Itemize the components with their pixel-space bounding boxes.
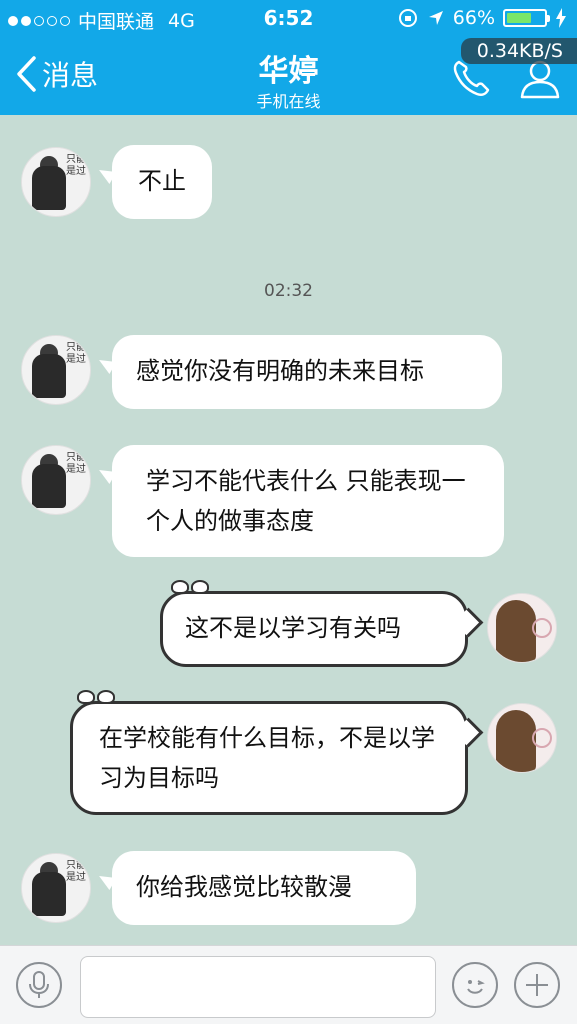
my-avatar[interactable] — [487, 593, 557, 663]
status-bar: 中国联通 4G 6:52 66% — [0, 0, 577, 38]
contact-avatar[interactable]: 只能是过 — [21, 335, 91, 405]
battery-icon — [503, 9, 550, 27]
add-button[interactable] — [514, 962, 560, 1008]
input-bar — [0, 945, 577, 1024]
contact-avatar[interactable]: 只能是过 — [21, 853, 91, 923]
voice-button[interactable] — [16, 962, 62, 1008]
message-bubble-sent[interactable]: 这不是以学习有关吗 — [160, 580, 468, 667]
message-text: 这不是以学习有关吗 — [185, 614, 401, 642]
charging-icon — [556, 8, 566, 28]
chat-header: 消息 华婷 手机在线 0.34KB/S — [0, 38, 577, 115]
message-text: 在学校能有什么目标，不是以学习为目标吗 — [99, 724, 435, 792]
emoji-icon — [467, 980, 485, 994]
network-speed-overlay: 0.34KB/S — [460, 38, 577, 64]
microphone-icon — [29, 971, 49, 998]
message-bubble-received[interactable]: 感觉你没有明确的未来目标 — [112, 335, 502, 409]
bubble-eyes-icon — [171, 580, 209, 594]
message-timestamp: 02:32 — [264, 281, 313, 301]
message-bubble-sent[interactable]: 在学校能有什么目标，不是以学习为目标吗 — [70, 690, 468, 815]
my-avatar[interactable] — [487, 703, 557, 773]
message-list[interactable]: 只能是过 不止 02:32 只能是过 感觉你没有明确的未来目标 只能是过 学习不… — [0, 115, 577, 945]
message-bubble-received[interactable]: 学习不能代表什么 只能表现一个人的做事态度 — [112, 445, 504, 557]
message-bubble-received[interactable]: 不止 — [112, 145, 212, 219]
location-icon — [428, 11, 443, 25]
contact-avatar[interactable]: 只能是过 — [21, 445, 91, 515]
message-input[interactable] — [80, 956, 436, 1018]
emoji-button[interactable] — [452, 962, 498, 1008]
avatar-text: 只能是过 — [66, 154, 86, 177]
message-bubble-received[interactable]: 你给我感觉比较散漫 — [112, 851, 416, 925]
plus-icon — [526, 974, 548, 996]
rotation-lock-icon — [398, 9, 417, 27]
battery-percent: 66% — [452, 7, 495, 29]
contact-avatar[interactable]: 只能是过 — [21, 147, 91, 217]
bubble-eyes-icon — [77, 690, 115, 704]
